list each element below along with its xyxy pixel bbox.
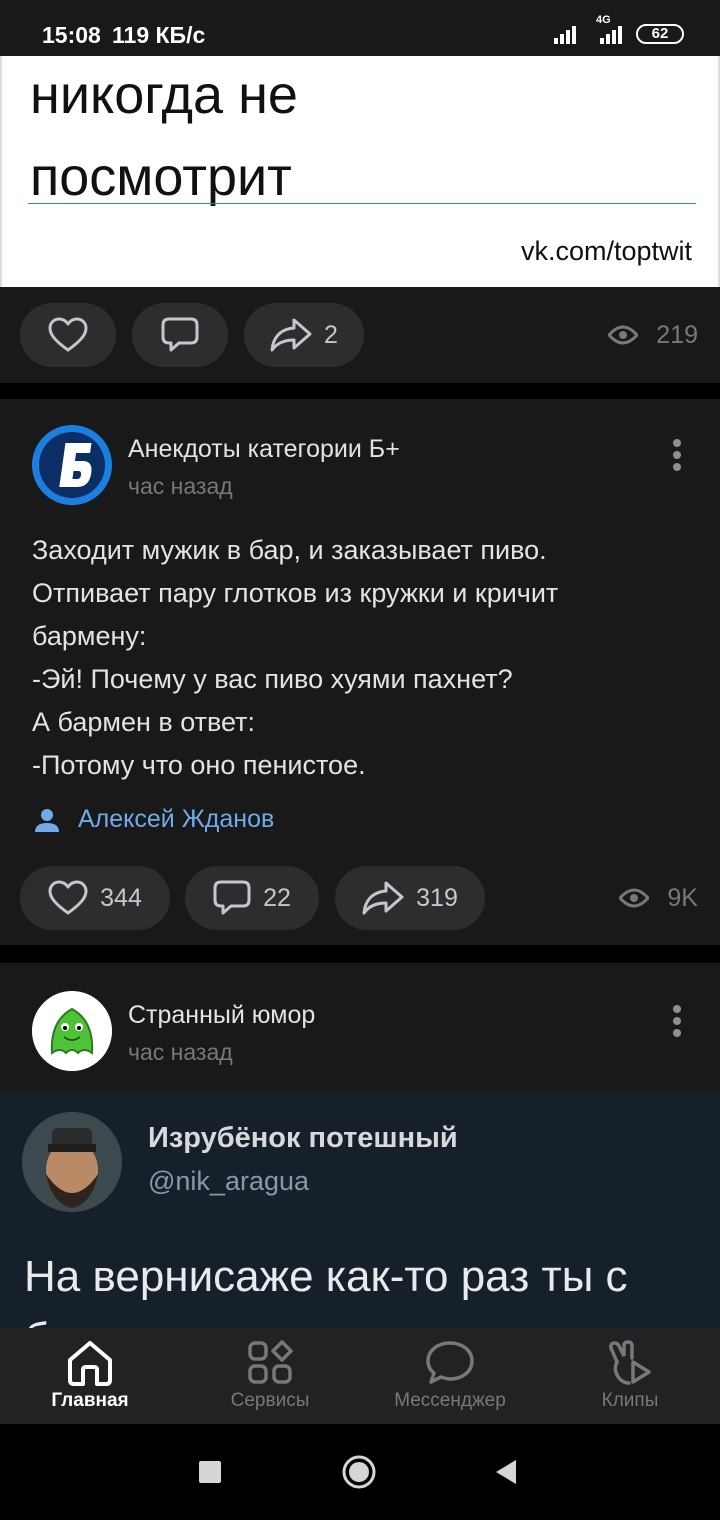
post-actions: 2 219 [0, 303, 720, 369]
post-text: Заходит мужик в бар, и заказывает пиво. … [32, 529, 692, 787]
post-text-line: -Эй! Почему у вас пиво хуями пахнет? [32, 664, 513, 694]
share-icon [270, 318, 312, 352]
comment-count: 22 [263, 883, 291, 912]
signal-icon [554, 26, 576, 44]
post-actions: 344 22 319 9K [0, 866, 720, 932]
share-count: 319 [416, 883, 458, 912]
tab-label: Сервисы [230, 1390, 310, 1411]
bottom-tab-bar: Главная Сервисы Мессенджер Клипы [0, 1328, 720, 1424]
more-options-button[interactable] [672, 439, 682, 477]
post-author[interactable]: Странный юмор [128, 1001, 315, 1030]
services-icon [248, 1340, 293, 1384]
eye-icon [608, 325, 639, 345]
views-count: 9K [667, 883, 698, 912]
tab-label: Мессенджер [394, 1390, 506, 1411]
messenger-icon [426, 1341, 474, 1384]
post-image[interactable]: Изрубёнок потешный @nik_aragua На вернис… [0, 1092, 720, 1328]
views-count: 219 [656, 320, 698, 349]
status-network-speed: 119 КБ/с [112, 22, 206, 48]
community-avatar[interactable] [32, 425, 112, 505]
community-avatar[interactable] [32, 991, 112, 1071]
post-time: час назад [128, 1039, 233, 1065]
tab-clips[interactable]: Клипы [540, 1328, 720, 1424]
post-text-line: А бармен в ответ: [32, 707, 256, 737]
heart-icon [48, 317, 88, 352]
tweet-text-line: бизнесом познакомилась и я [24, 1314, 616, 1328]
tab-messenger[interactable]: Мессенджер [360, 1328, 540, 1424]
like-count: 344 [100, 883, 142, 912]
tab-label: Главная [51, 1390, 129, 1411]
share-count: 2 [324, 320, 338, 349]
signer-name: Алексей Жданов [78, 805, 275, 833]
image-text-line: посмотрит [30, 147, 292, 207]
post-author[interactable]: Анекдоты категории Б+ [128, 435, 400, 464]
post-card: Анекдоты категории Б+ час назад Заходит … [0, 399, 720, 945]
clips-icon [609, 1340, 651, 1385]
tweet-avatar [22, 1112, 122, 1212]
comment-button[interactable]: 22 [185, 866, 319, 930]
heart-icon [48, 880, 88, 915]
comment-icon [161, 317, 199, 352]
comment-button[interactable] [132, 303, 228, 367]
post-text-line: -Потому что оно пенистое. [32, 750, 366, 780]
tweet-author-name: Изрубёнок потешный [148, 1122, 458, 1154]
post-image[interactable]: никогда не посмотрит vk.com/toptwit [0, 56, 720, 287]
image-text-line: никогда не [30, 65, 298, 125]
square-icon [199, 1461, 221, 1483]
share-button[interactable]: 319 [335, 866, 485, 930]
like-button[interactable] [20, 303, 116, 367]
more-options-button[interactable] [672, 1005, 682, 1043]
home-nav-button[interactable] [341, 1454, 377, 1495]
tab-home[interactable]: Главная [0, 1328, 180, 1424]
back-button[interactable] [494, 1458, 518, 1491]
post-header: Анекдоты категории Б+ час назад [0, 425, 720, 525]
community-logo [32, 425, 112, 505]
tweet-text-line: На вернисаже как-то раз ты с [24, 1252, 628, 1301]
status-bar: 15:08 119 КБ/с 4G 62 [0, 0, 720, 56]
views-counter: 219 [608, 303, 698, 367]
views-counter: 9K [619, 866, 698, 930]
post-text-line: Отпивает пару глотков из кружки и кричит [32, 578, 559, 608]
post-text-line: Заходит мужик в бар, и заказывает пиво. [32, 535, 547, 565]
status-icons: 4G 62 [554, 14, 684, 44]
community-logo [32, 991, 112, 1071]
recents-button[interactable] [198, 1460, 222, 1489]
signal-4g-icon: 4G [592, 14, 626, 44]
post-time: час назад [128, 473, 233, 499]
post-signer[interactable]: Алексей Жданов [34, 805, 274, 834]
battery-icon: 62 [636, 24, 684, 44]
tab-services[interactable]: Сервисы [180, 1328, 360, 1424]
circle-icon [342, 1455, 376, 1489]
post-header: Странный юмор час назад [0, 991, 720, 1091]
status-time: 15:08 [42, 22, 101, 48]
eye-icon [619, 888, 650, 908]
post-card: 2 219 [0, 287, 720, 383]
tweet-author-handle: @nik_aragua [148, 1166, 310, 1196]
share-button[interactable]: 2 [244, 303, 364, 367]
home-icon [68, 1341, 112, 1386]
image-watermark: vk.com/toptwit [520, 236, 692, 266]
share-icon [362, 881, 404, 915]
back-triangle-icon [496, 1460, 516, 1484]
post-text-line: бармену: [32, 621, 147, 651]
system-nav-bar [0, 1424, 720, 1520]
like-button[interactable]: 344 [20, 866, 170, 930]
image-underline [28, 203, 696, 204]
user-icon [35, 808, 59, 832]
comment-icon [213, 880, 251, 915]
tab-label: Клипы [601, 1390, 659, 1411]
news-feed[interactable]: никогда не посмотрит vk.com/toptwit 2 21… [0, 56, 720, 1328]
